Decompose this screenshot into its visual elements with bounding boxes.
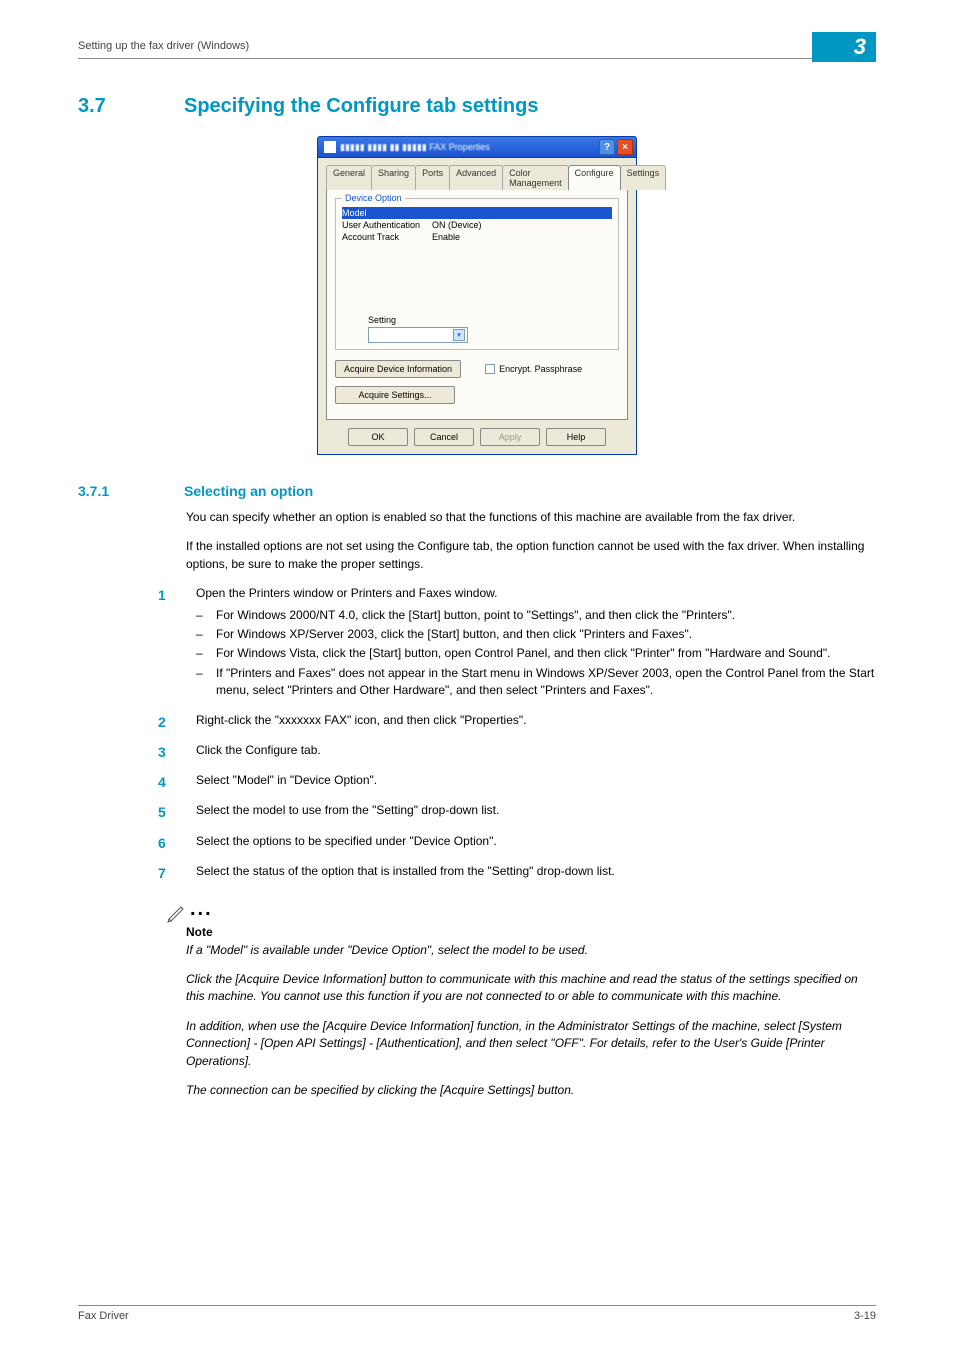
encrypt-passphrase-checkbox[interactable] [485, 364, 495, 374]
step-text: Select the options to be specified under… [196, 833, 876, 853]
device-option-list[interactable]: Model User AuthenticationON (Device) Acc… [342, 207, 612, 277]
footer-right: 3-19 [854, 1310, 876, 1322]
step-6: 6 Select the options to be specified und… [158, 833, 876, 853]
encrypt-passphrase-label: Encrypt. Passphrase [499, 364, 582, 374]
step-sub-item: If "Printers and Faxes" does not appear … [216, 665, 876, 700]
device-option-account-track[interactable]: Account TrackEnable [342, 231, 612, 243]
chapter-number-badge: 3 [812, 32, 876, 62]
step-number: 5 [158, 802, 176, 822]
step-text: Select the status of the option that is … [196, 863, 876, 883]
ok-button[interactable]: OK [348, 428, 408, 446]
setting-dropdown[interactable]: ▾ [368, 327, 468, 343]
cancel-button[interactable]: Cancel [414, 428, 474, 446]
step-4: 4 Select "Model" in "Device Option". [158, 772, 876, 792]
device-option-user-auth[interactable]: User AuthenticationON (Device) [342, 219, 612, 231]
step-number: 1 [158, 585, 176, 701]
step-sub-item: For Windows Vista, click the [Start] but… [216, 645, 830, 662]
step-text: Open the Printers window or Printers and… [196, 586, 497, 600]
note-paragraph: In addition, when use the [Acquire Devic… [186, 1018, 876, 1070]
tab-settings[interactable]: Settings [620, 165, 667, 190]
note-paragraph: Click the [Acquire Device Information] b… [186, 971, 876, 1006]
step-5: 5 Select the model to use from the "Sett… [158, 802, 876, 822]
dialog-title: ▮▮▮▮▮ ▮▮▮▮ ▮▮ ▮▮▮▮▮ FAX Properties [340, 142, 490, 153]
step-text: Select the model to use from the "Settin… [196, 802, 876, 822]
tab-advanced[interactable]: Advanced [449, 165, 503, 190]
subsection-number: 3.7.1 [78, 483, 148, 499]
section-title: Specifying the Configure tab settings [184, 95, 538, 118]
help-button[interactable]: Help [546, 428, 606, 446]
step-2: 2 Right-click the "xxxxxxx FAX" icon, an… [158, 712, 876, 732]
step-number: 2 [158, 712, 176, 732]
tab-sharing[interactable]: Sharing [371, 165, 416, 190]
fax-properties-dialog: ▮▮▮▮▮ ▮▮▮▮ ▮▮ ▮▮▮▮▮ FAX Properties ? × G… [317, 136, 637, 455]
acquire-settings-button[interactable]: Acquire Settings... [335, 386, 455, 404]
close-icon[interactable]: × [617, 139, 633, 155]
subsection-title: Selecting an option [184, 483, 313, 499]
section-number: 3.7 [78, 95, 148, 118]
chevron-down-icon: ▾ [453, 329, 465, 341]
tab-strip: General Sharing Ports Advanced Color Man… [326, 164, 628, 190]
device-option-label: Device Option [342, 193, 405, 203]
step-sub-item: For Windows 2000/NT 4.0, click the [Star… [216, 607, 735, 624]
note-icon [166, 904, 186, 924]
note-paragraph: The connection can be specified by click… [186, 1082, 876, 1099]
note-label: Note [186, 924, 876, 941]
device-option-model[interactable]: Model [342, 207, 612, 219]
tab-general[interactable]: General [326, 165, 372, 190]
step-text: Select "Model" in "Device Option". [196, 772, 876, 792]
step-text: Click the Configure tab. [196, 742, 876, 762]
setting-label: Setting [368, 315, 396, 325]
step-number: 6 [158, 833, 176, 853]
step-1: 1 Open the Printers window or Printers a… [158, 585, 876, 701]
device-option-group: Device Option Model User AuthenticationO… [335, 198, 619, 350]
step-text: Right-click the "xxxxxxx FAX" icon, and … [196, 712, 876, 732]
intro-paragraph-2: If the installed options are not set usi… [186, 538, 876, 573]
header-rule [78, 58, 876, 59]
tab-ports[interactable]: Ports [415, 165, 450, 190]
footer-left: Fax Driver [78, 1310, 129, 1322]
acquire-device-info-button[interactable]: Acquire Device Information [335, 360, 461, 378]
printer-icon [324, 141, 336, 153]
step-sub-item: For Windows XP/Server 2003, click the [S… [216, 626, 692, 643]
note-dots: ... [190, 895, 213, 924]
running-head: Setting up the fax driver (Windows) [78, 40, 249, 52]
tab-configure[interactable]: Configure [568, 165, 621, 190]
note-paragraph: If a "Model" is available under "Device … [186, 942, 876, 959]
intro-paragraph-1: You can specify whether an option is ena… [186, 509, 876, 526]
step-3: 3 Click the Configure tab. [158, 742, 876, 762]
help-icon[interactable]: ? [599, 139, 615, 155]
step-number: 4 [158, 772, 176, 792]
step-number: 3 [158, 742, 176, 762]
apply-button[interactable]: Apply [480, 428, 540, 446]
dialog-titlebar[interactable]: ▮▮▮▮▮ ▮▮▮▮ ▮▮ ▮▮▮▮▮ FAX Properties ? × [317, 136, 637, 158]
step-7: 7 Select the status of the option that i… [158, 863, 876, 883]
step-number: 7 [158, 863, 176, 883]
tab-color-management[interactable]: Color Management [502, 165, 569, 190]
